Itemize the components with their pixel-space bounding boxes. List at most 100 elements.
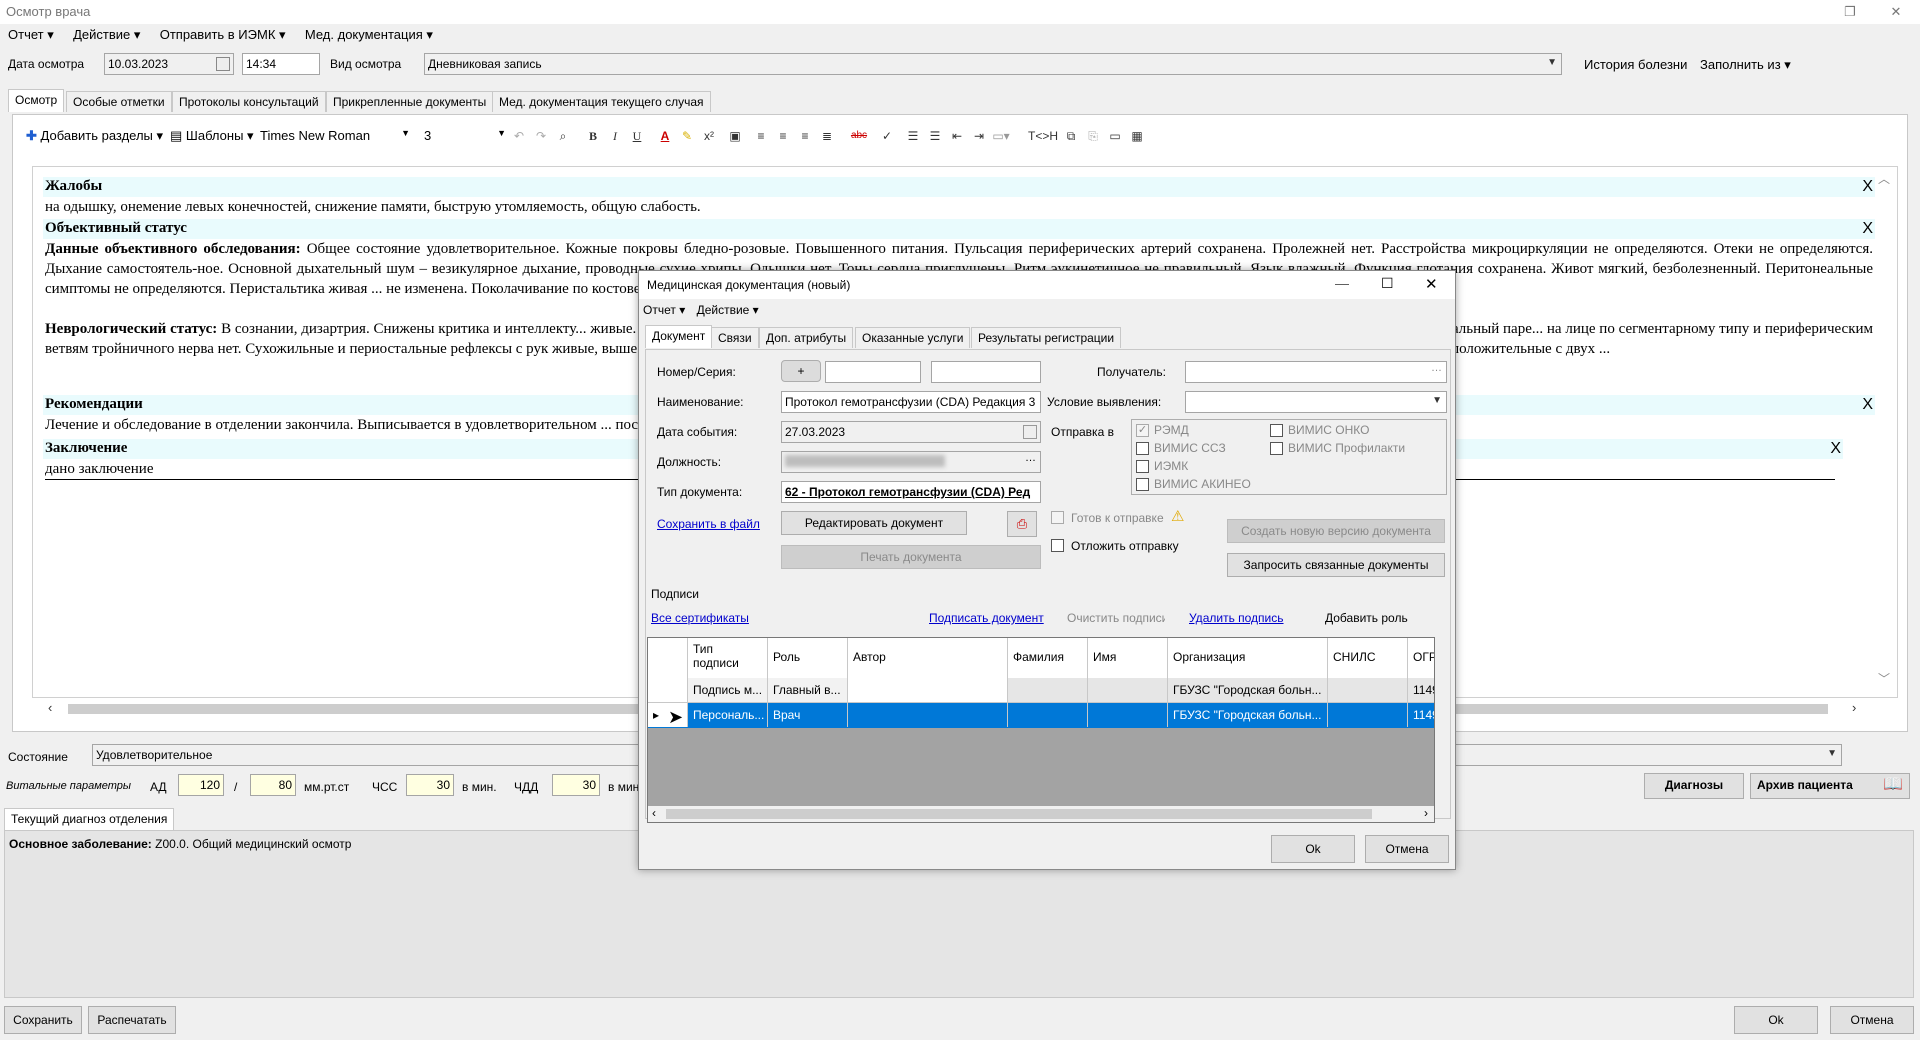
recipients-input[interactable]: … bbox=[1185, 361, 1447, 383]
patient-archive-button[interactable]: Архив пациента 📖 bbox=[1750, 773, 1910, 799]
maximize-icon[interactable]: ☐ bbox=[1381, 275, 1394, 292]
undo-icon[interactable]: ↶ bbox=[510, 127, 528, 145]
dialog-ok-button[interactable]: Ok bbox=[1271, 835, 1355, 863]
tab-current-case-docs[interactable]: Мед. документация текущего случая bbox=[492, 91, 711, 112]
add-number-button[interactable]: + bbox=[781, 360, 821, 382]
outdent-icon[interactable]: ⇤ bbox=[948, 127, 966, 145]
vimis-prof-checkbox[interactable] bbox=[1270, 442, 1283, 455]
scroll-down-icon[interactable]: ﹀ bbox=[1878, 670, 1890, 687]
condition-select[interactable]: ▼ bbox=[1185, 391, 1447, 413]
align-left-icon[interactable]: ≡ bbox=[752, 127, 770, 145]
remove-section-icon[interactable]: X bbox=[1862, 178, 1873, 196]
sign-document-link[interactable]: Подписать документ bbox=[929, 611, 1044, 625]
tab-attached-docs[interactable]: Прикрепленные документы bbox=[326, 91, 494, 112]
font-select[interactable]: Times New Roman ▼ bbox=[260, 128, 410, 143]
menu-send-iemk[interactable]: Отправить в ИЭМК ▾ bbox=[152, 24, 294, 43]
numbered-list-icon[interactable]: ☰ bbox=[904, 127, 922, 145]
ready-checkbox[interactable] bbox=[1051, 511, 1064, 524]
bullet-list-icon[interactable]: ☰ bbox=[926, 127, 944, 145]
field-icon[interactable]: ▭ bbox=[1106, 127, 1124, 145]
history-button[interactable]: История болезни bbox=[1584, 57, 1687, 72]
align-right-icon[interactable]: ≡ bbox=[796, 127, 814, 145]
dlg-tab-attributes[interactable]: Доп. атрибуты bbox=[759, 327, 854, 348]
ellipsis-icon[interactable]: … bbox=[1431, 362, 1442, 374]
find-icon[interactable]: ⌕ bbox=[554, 127, 572, 145]
add-role-button[interactable]: Добавить роль bbox=[1325, 611, 1408, 625]
rr-input[interactable]: 30 bbox=[552, 774, 600, 796]
exam-time-input[interactable]: 14:34 bbox=[242, 53, 320, 75]
dlg-tab-services[interactable]: Оказанные услуги bbox=[855, 327, 971, 348]
vimis-akineo-checkbox[interactable] bbox=[1136, 478, 1149, 491]
pdf-icon[interactable]: ⎙ bbox=[1007, 511, 1037, 537]
name-input[interactable]: Протокол гемотрансфузии (CDA) Редакция 3 bbox=[781, 391, 1041, 413]
exam-kind-select[interactable]: Дневниковая запись ▼ bbox=[424, 53, 1562, 75]
tab-exam[interactable]: Осмотр bbox=[8, 89, 65, 112]
paste-icon[interactable]: ⎘ bbox=[1084, 127, 1102, 145]
event-date-input[interactable]: 27.03.2023 bbox=[781, 421, 1041, 443]
calendar-icon[interactable] bbox=[216, 57, 230, 71]
strikethrough-icon[interactable]: abc bbox=[844, 127, 874, 145]
hr-input[interactable]: 30 bbox=[406, 774, 454, 796]
add-sections-button[interactable]: ✚ Добавить разделы ▾ bbox=[26, 128, 163, 144]
templates-button[interactable]: ▤ Шаблоны ▾ bbox=[170, 128, 254, 144]
menu-action[interactable]: Действие ▾ bbox=[65, 24, 148, 43]
redo-icon[interactable]: ↷ bbox=[532, 127, 550, 145]
minimize-icon[interactable]: — bbox=[1335, 275, 1349, 291]
tab-consult-protocols[interactable]: Протоколы консультаций bbox=[172, 91, 326, 112]
cancel-button[interactable]: Отмена bbox=[1830, 1006, 1914, 1034]
font-color-icon[interactable]: A bbox=[656, 127, 674, 145]
scroll-up-icon[interactable]: ︿ bbox=[1878, 170, 1890, 187]
dialog-close-icon[interactable]: ✕ bbox=[1425, 275, 1438, 293]
save-to-file-link[interactable]: Сохранить в файл bbox=[657, 517, 760, 531]
remd-checkbox[interactable]: ✓ bbox=[1136, 424, 1149, 437]
scroll-right-icon[interactable]: › bbox=[1852, 700, 1856, 715]
doctype-input[interactable]: 62 - Протокол гемотрансфузии (CDA) Ред bbox=[781, 481, 1041, 503]
ad-systolic-input[interactable]: 120 bbox=[178, 774, 224, 796]
menu-report[interactable]: Отчет ▾ bbox=[0, 24, 62, 43]
iemk-checkbox[interactable] bbox=[1136, 460, 1149, 473]
col-name[interactable]: Имя bbox=[1088, 638, 1168, 678]
border-icon[interactable]: ▭▾ bbox=[992, 127, 1010, 145]
series-input[interactable] bbox=[931, 361, 1041, 383]
ad-diastolic-input[interactable]: 80 bbox=[250, 774, 296, 796]
ellipsis-icon[interactable]: … bbox=[1025, 452, 1036, 464]
highlight-icon[interactable]: ✎ bbox=[678, 127, 696, 145]
indent-icon[interactable]: ⇥ bbox=[970, 127, 988, 145]
align-justify-icon[interactable]: ≣ bbox=[818, 127, 836, 145]
dialog-menu-report[interactable]: Отчет ▾ bbox=[643, 303, 685, 317]
col-organization[interactable]: Организация bbox=[1168, 638, 1328, 678]
dlg-tab-registration[interactable]: Результаты регистрации bbox=[971, 327, 1122, 348]
tc-icon[interactable]: T<>H bbox=[1026, 127, 1060, 145]
vimis-onko-checkbox[interactable] bbox=[1270, 424, 1283, 437]
remove-section-icon[interactable]: X bbox=[1862, 396, 1873, 414]
bold-icon[interactable]: B bbox=[584, 127, 602, 145]
number-input[interactable] bbox=[825, 361, 921, 383]
diagnoses-button[interactable]: Диагнозы bbox=[1644, 773, 1744, 799]
grid-hscrollbar[interactable]: ‹ › bbox=[648, 806, 1434, 822]
position-input[interactable]: … bbox=[781, 451, 1041, 473]
col-ogrn[interactable]: ОГРН bbox=[1408, 638, 1434, 678]
edit-document-button[interactable]: Редактировать документ bbox=[781, 511, 967, 535]
exam-date-input[interactable]: 10.03.2023 bbox=[104, 53, 234, 75]
fill-from-button[interactable]: Заполнить из ▾ bbox=[1700, 57, 1791, 73]
dlg-tab-links[interactable]: Связи bbox=[711, 327, 759, 348]
table-row-selected[interactable]: ▸ Персональ... Врач ГБУЗС "Городская бол… bbox=[648, 703, 1434, 728]
tab-special-notes[interactable]: Особые отметки bbox=[66, 91, 172, 112]
col-sign-type[interactable]: Тип подписи bbox=[688, 638, 768, 678]
scroll-thumb[interactable] bbox=[666, 809, 1372, 819]
col-snils[interactable]: СНИЛС bbox=[1328, 638, 1408, 678]
print-document-button[interactable]: Печать документа bbox=[781, 545, 1041, 569]
spellcheck-icon[interactable]: ✓ bbox=[878, 127, 896, 145]
vimis-ssz-checkbox[interactable] bbox=[1136, 442, 1149, 455]
table-icon[interactable]: ▦ bbox=[1128, 127, 1146, 145]
scroll-left-icon[interactable]: ‹ bbox=[652, 806, 656, 820]
size-select[interactable]: 3 ▼ bbox=[424, 128, 506, 143]
col-surname[interactable]: Фамилия bbox=[1008, 638, 1088, 678]
col-author[interactable]: Автор bbox=[848, 638, 1008, 678]
image-icon[interactable]: ▣ bbox=[726, 127, 744, 145]
postpone-checkbox[interactable] bbox=[1051, 539, 1064, 552]
scroll-right-icon[interactable]: › bbox=[1424, 806, 1428, 820]
print-button[interactable]: Распечатать bbox=[88, 1006, 176, 1034]
dialog-menu-action[interactable]: Действие ▾ bbox=[697, 303, 759, 317]
all-certificates-link[interactable]: Все сертификаты bbox=[651, 611, 749, 625]
